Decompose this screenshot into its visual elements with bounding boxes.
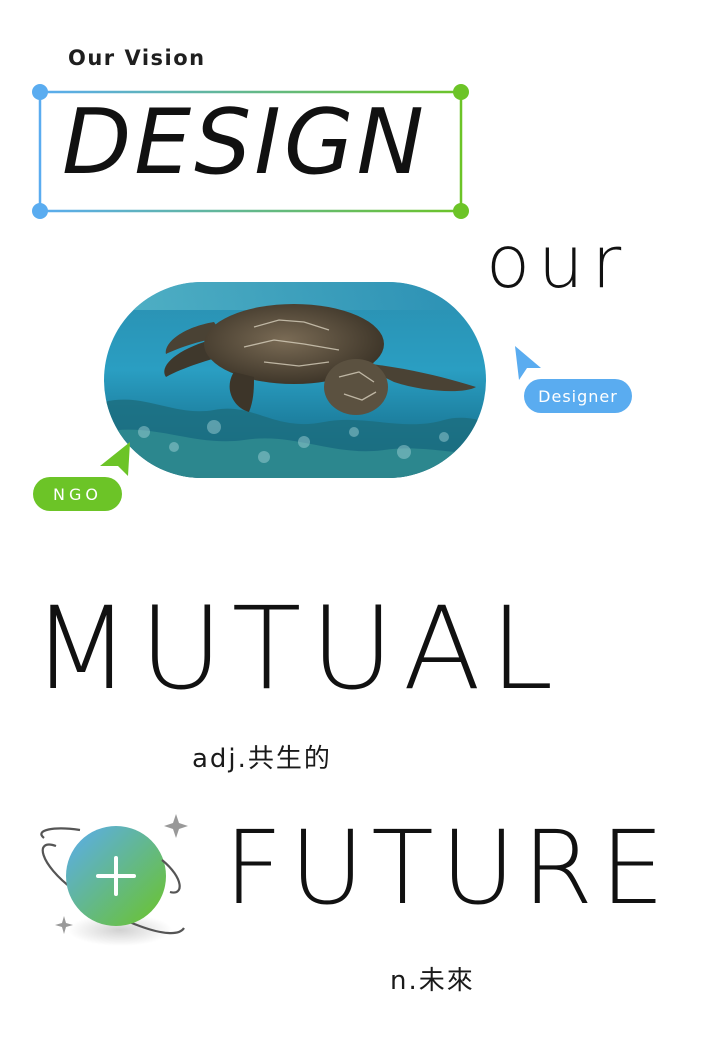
pointer-cursor-icon [100, 442, 130, 476]
eyebrow-label: Our Vision [68, 46, 206, 70]
pointer-cursor-icon [515, 346, 541, 380]
selection-handle-icon [32, 203, 48, 219]
future-definition: n.未來 [390, 966, 475, 996]
designer-tag: Designer [524, 379, 632, 413]
mutual-definition: adj.共生的 [192, 744, 332, 774]
our-heading: our [486, 220, 630, 304]
selection-handle-icon [453, 203, 469, 219]
planet-plus-icon [40, 814, 188, 946]
design-heading: DESIGN [62, 90, 427, 195]
selection-handle-icon [453, 84, 469, 100]
mutual-heading: MUTUAL [32, 582, 563, 715]
sparkle-icon [164, 814, 188, 838]
future-heading: FUTURE [224, 809, 672, 928]
vision-page: Our Vision DESIGN our Designer NGO MUTUA… [0, 0, 720, 1040]
selection-handle-icon [32, 84, 48, 100]
ngo-tag: NGO [33, 477, 122, 511]
sea-turtle-photo [104, 282, 486, 478]
